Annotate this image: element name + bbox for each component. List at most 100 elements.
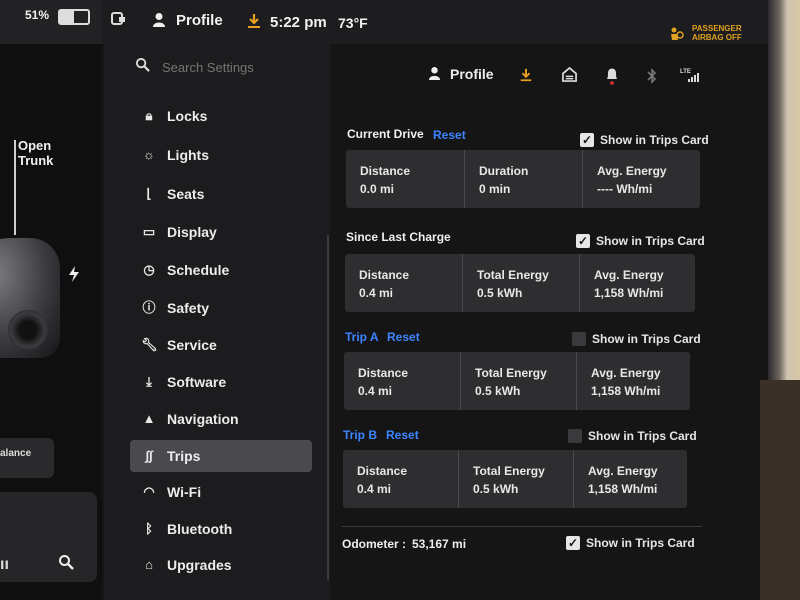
menu-label-locks: Locks	[167, 108, 208, 124]
show-in-trips-card-label: Show in Trips Card	[592, 332, 701, 346]
current-drive-card: Distance 0.0 mi Duration 0 min Avg. Energy…	[346, 150, 700, 208]
menu-label-upgrades: Upgrades	[167, 557, 232, 573]
open-trunk-button[interactable]: Open Trunk	[18, 138, 53, 168]
stat-label: Distance	[359, 268, 410, 282]
stat-label: Avg. Energy	[591, 366, 661, 380]
search-icon[interactable]	[58, 554, 74, 570]
svg-text:LTE: LTE	[680, 69, 691, 75]
status-bar: 51% Profile 5:22 pm 73°F PASSENGER AIRBA…	[0, 0, 770, 44]
search-settings-icon	[135, 57, 150, 72]
menu-item-software[interactable]: ⤓ Software	[130, 366, 312, 398]
current-drive-reset-button[interactable]: Reset	[433, 128, 466, 142]
stat-label: Distance	[360, 164, 411, 178]
checkbox-unchecked-icon[interactable]	[568, 429, 582, 443]
stat-label: Avg. Energy	[594, 268, 664, 282]
menu-item-seats[interactable]: ⌊ Seats	[130, 178, 312, 210]
stat-cell: Avg. Energy 1,158 Wh/mi	[579, 254, 696, 312]
menu-item-upgrades[interactable]: ⌂ Upgrades	[130, 549, 312, 581]
menu-item-wifi[interactable]: ◠ Wi-Fi	[130, 476, 312, 508]
menu-item-trips[interactable]: ∫∫ Trips	[130, 440, 312, 472]
menu-label-wifi: Wi-Fi	[167, 484, 202, 500]
menu-item-service[interactable]: 🔧︎ Service	[130, 329, 312, 361]
odometer-value: 53,167 mi	[412, 537, 467, 551]
stat-label: Avg. Energy	[597, 164, 667, 178]
trip-b-card: Distance 0.4 mi Total Energy 0.5 kWh Avg. …	[343, 450, 687, 508]
trunk-label-line1: Open	[18, 138, 52, 153]
software-update-icon[interactable]	[519, 68, 533, 82]
car-wheel	[8, 310, 48, 350]
download-icon: ⤓	[146, 374, 152, 389]
checkbox-checked-icon[interactable]: ✓	[580, 133, 594, 147]
profile-icon[interactable]	[152, 12, 166, 28]
stat-cell: Total Energy 0.5 kWh	[460, 352, 577, 410]
wrench-icon: 🔧︎	[141, 337, 158, 352]
profile-icon[interactable]	[428, 66, 441, 81]
show-in-trips-card-label: Show in Trips Card	[596, 234, 705, 248]
menu-item-display[interactable]: ▭ Display	[130, 216, 312, 248]
since-last-charge-card: Distance 0.4 mi Total Energy 0.5 kWh Avg. …	[345, 254, 695, 312]
stat-label: Duration	[479, 164, 529, 178]
dashboard-trim	[760, 380, 800, 600]
checkbox-checked-icon[interactable]: ✓	[566, 536, 580, 550]
charge-port-icon[interactable]	[68, 266, 80, 282]
stat-label: Distance	[357, 464, 408, 478]
menu-item-lights[interactable]: ☼ Lights	[130, 139, 312, 171]
menu-label-trips: Trips	[167, 448, 201, 464]
safety-icon: ⓘ	[142, 300, 156, 315]
airbag-icon	[671, 27, 684, 40]
menu-item-navigation[interactable]: ▲ Navigation	[130, 403, 312, 435]
stat-cell: Distance 0.4 mi	[343, 450, 458, 508]
airbag-status: PASSENGER AIRBAG OFF	[692, 24, 742, 42]
sidebar-divider	[327, 235, 329, 580]
stat-cell: Avg. Energy ---- Wh/mi	[582, 150, 701, 208]
stat-value: 0.5 kWh	[473, 482, 519, 496]
trip-a-reset-button[interactable]: Reset	[387, 330, 420, 344]
menu-item-schedule[interactable]: ◷ Schedule	[130, 254, 312, 286]
stat-cell: Distance 0.0 mi	[346, 150, 464, 208]
notification-bell-icon[interactable]	[605, 67, 619, 85]
stat-cell: Total Energy 0.5 kWh	[462, 254, 580, 312]
header-profile-label[interactable]: Profile	[450, 66, 494, 82]
lte-signal-icon: LTE	[680, 69, 699, 82]
garage-icon[interactable]	[562, 67, 577, 82]
menu-label-navigation: Navigation	[167, 411, 239, 427]
clock: 5:22 pm	[270, 14, 327, 31]
bars-icon[interactable]: ıı	[0, 556, 9, 573]
menu-label-software: Software	[167, 374, 227, 390]
balance-button[interactable]: alance	[0, 438, 54, 478]
trip-b-reset-button[interactable]: Reset	[386, 428, 419, 442]
stat-label: Distance	[358, 366, 409, 380]
menu-item-bluetooth[interactable]: ᛒ Bluetooth	[130, 513, 312, 545]
stat-value: 0.5 kWh	[475, 384, 521, 398]
odometer-label: Odometer :	[342, 537, 407, 551]
since-last-charge-title: Since Last Charge	[346, 230, 451, 244]
show-in-trips-card-label: Show in Trips Card	[600, 133, 709, 147]
checkbox-checked-icon[interactable]: ✓	[576, 234, 590, 248]
menu-item-locks[interactable]: 🔒︎ Locks	[130, 100, 312, 132]
menu-label-schedule: Schedule	[167, 262, 230, 278]
stat-value: 0.4 mi	[359, 286, 394, 300]
show-in-trips-card-label: Show in Trips Card	[586, 536, 695, 550]
stat-label: Total Energy	[477, 268, 549, 282]
menu-item-safety[interactable]: ⓘ Safety	[130, 292, 312, 324]
lock-icon: 🔒︎	[145, 108, 153, 123]
stat-value: 0.0 mi	[360, 182, 395, 196]
wifi-icon: ◠	[143, 484, 155, 499]
stat-cell: Duration 0 min	[464, 150, 583, 208]
menu-label-safety: Safety	[167, 300, 210, 316]
balance-label: alance	[0, 448, 32, 459]
display-icon: ▭	[142, 224, 156, 239]
stat-label: Total Energy	[473, 464, 545, 478]
battery-percent: 51%	[25, 8, 50, 22]
download-icon[interactable]	[246, 13, 262, 29]
profile-label[interactable]: Profile	[176, 12, 223, 29]
airbag-line1: PASSENGER	[692, 24, 742, 33]
stat-value: 0.4 mi	[357, 482, 392, 496]
stat-cell: Avg. Energy 1,158 Wh/mi	[576, 352, 691, 410]
stat-label: Total Energy	[475, 366, 547, 380]
door-icon[interactable]	[110, 10, 128, 26]
search-settings-input[interactable]	[160, 56, 314, 78]
navigation-icon: ▲	[142, 411, 156, 426]
checkbox-unchecked-icon[interactable]	[572, 332, 586, 346]
menu-label-service: Service	[167, 337, 217, 353]
